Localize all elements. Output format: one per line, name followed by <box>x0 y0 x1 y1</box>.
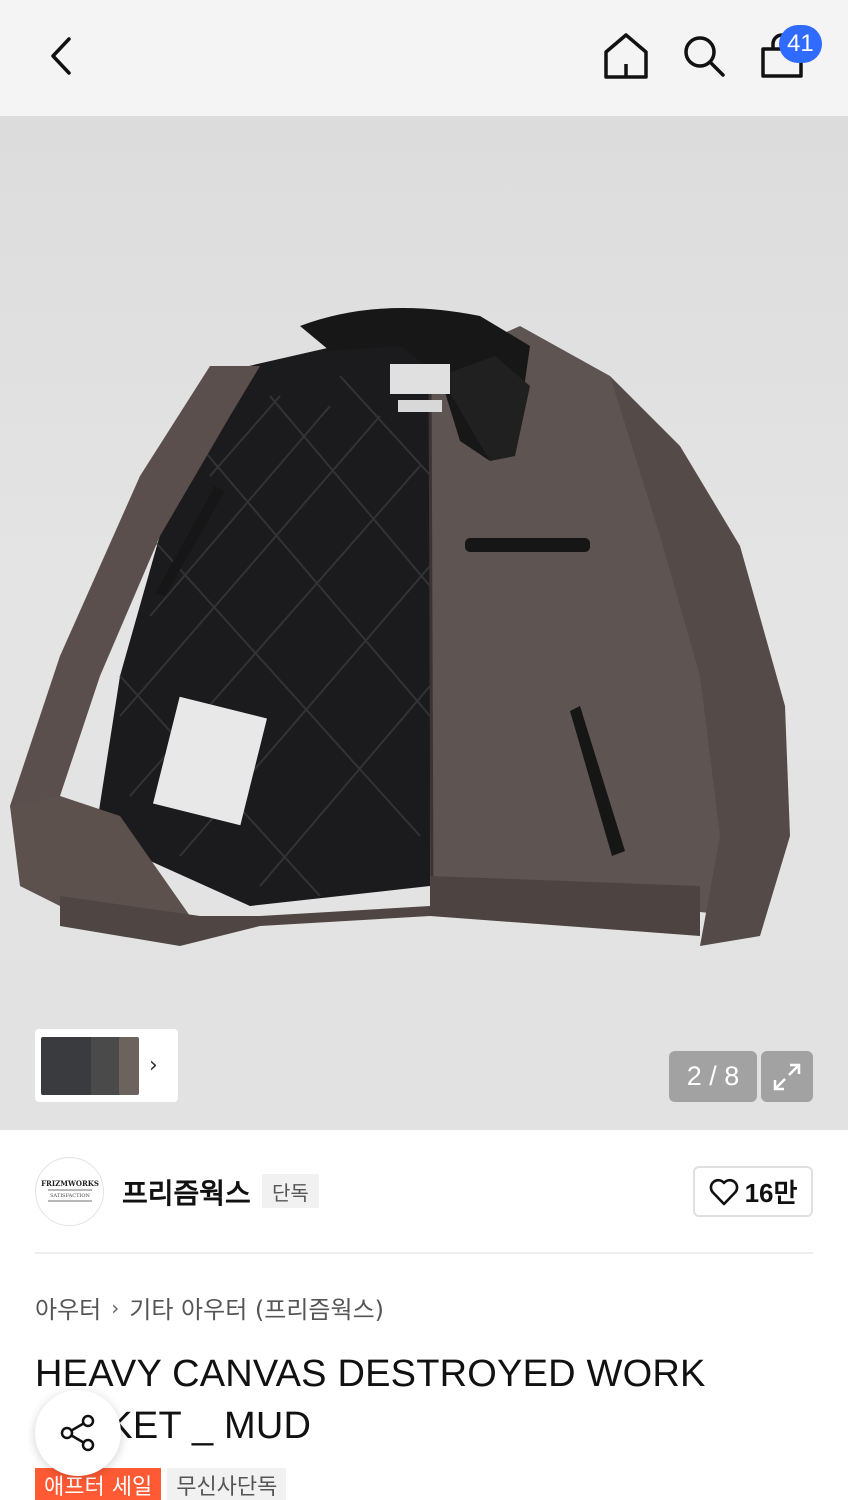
svg-text:FRIZMWORKS: FRIZMWORKS <box>41 1179 99 1188</box>
back-button[interactable] <box>34 28 90 84</box>
like-count: 16만 <box>744 1178 798 1208</box>
breadcrumb-level2[interactable]: 기타 아우터 (프리즘웍스) <box>129 1290 384 1325</box>
exclusive-tag: 무신사단독 <box>167 1468 287 1500</box>
chevron-right-icon[interactable]: › <box>149 1053 158 1078</box>
expand-icon <box>773 1063 801 1090</box>
cart-count-badge: 41 <box>779 25 822 63</box>
share-icon <box>60 1414 95 1452</box>
product-title: HEAVY CANVAS DESTROYED WORK JACKET _ MUD <box>35 1353 706 1447</box>
svg-text:SATISFACTION: SATISFACTION <box>50 1193 90 1199</box>
image-counter: 2 / 8 <box>669 1051 757 1102</box>
thumbnail-2[interactable] <box>91 1036 121 1095</box>
breadcrumb: 아우터 › 기타 아우터 (프리즘웍스) <box>35 1290 384 1325</box>
thumbnail-strip[interactable]: › <box>35 1029 178 1102</box>
thumbnail-1[interactable] <box>41 1036 93 1095</box>
heart-icon <box>709 1178 738 1205</box>
chevron-left-icon <box>51 37 71 75</box>
like-button[interactable]: 16만 <box>693 1166 813 1217</box>
search-icon <box>684 36 725 77</box>
thumbnail-3[interactable] <box>119 1036 139 1095</box>
product-gallery[interactable]: › 2 / 8 <box>0 116 848 1130</box>
product-image <box>10 308 790 946</box>
expand-button[interactable] <box>761 1051 813 1102</box>
breadcrumb-level1[interactable]: 아우터 <box>35 1290 101 1325</box>
search-button[interactable] <box>676 28 732 84</box>
brand-exclusive-tag: 단독 <box>262 1174 319 1208</box>
brand-name[interactable]: 프리즘웍스 <box>122 1172 251 1212</box>
divider <box>35 1252 813 1254</box>
brand-logo[interactable]: FRIZMWORKS SATISFACTION <box>35 1157 104 1226</box>
home-button[interactable] <box>598 28 654 84</box>
home-icon <box>604 33 648 79</box>
sale-tag: 애프터 세일 <box>35 1468 162 1500</box>
chevron-right-icon: › <box>111 1295 120 1320</box>
brand-logo-mark: FRIZMWORKS SATISFACTION <box>41 1179 99 1201</box>
share-button[interactable] <box>35 1390 121 1476</box>
top-bar: 41 <box>0 0 848 116</box>
